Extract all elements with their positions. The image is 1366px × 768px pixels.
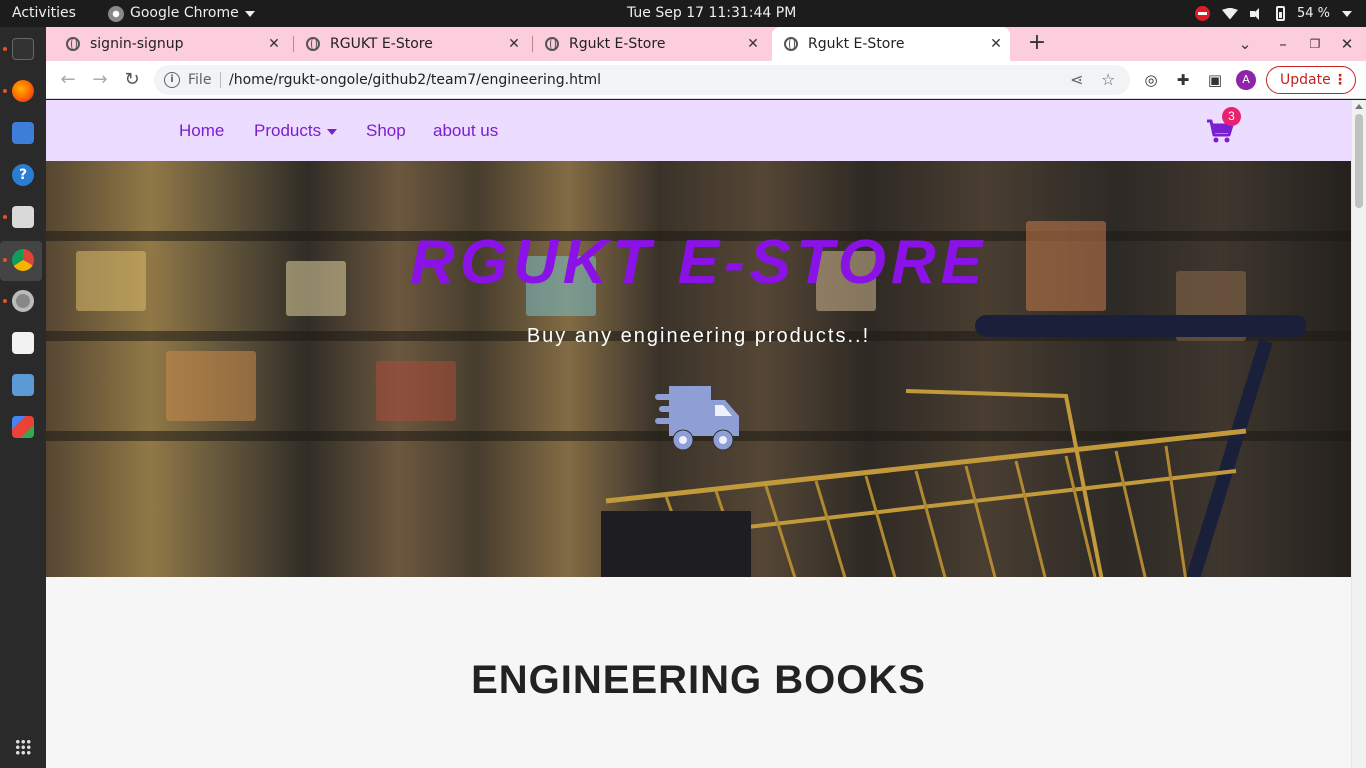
scrollbar-thumb[interactable] xyxy=(1355,114,1363,208)
settings-icon[interactable] xyxy=(12,290,34,312)
reload-button[interactable]: ↻ xyxy=(121,69,143,91)
app-menu[interactable]: Google Chrome xyxy=(108,0,255,27)
tab-title: Rgukt E-Store xyxy=(808,36,905,52)
site-navbar: Home Products Shop about us 3 xyxy=(46,100,1351,161)
section-title: ENGINEERING BOOKS xyxy=(471,658,926,702)
update-button[interactable]: Update ⋮ xyxy=(1266,66,1356,94)
system-top-bar: Activities Google Chrome Tue Sep 17 11:3… xyxy=(0,0,1366,27)
scroll-up-icon[interactable] xyxy=(1355,104,1363,109)
scheme-label: File xyxy=(188,72,212,88)
hero-title: RGUKT E-STORE xyxy=(409,228,988,297)
running-indicator xyxy=(3,258,7,262)
battery-level: 54 % xyxy=(1296,6,1330,21)
close-tab-icon[interactable]: ✕ xyxy=(988,36,1004,52)
running-indicator xyxy=(3,215,7,219)
files-icon[interactable] xyxy=(12,206,34,228)
omnibox-divider xyxy=(220,72,221,88)
software-icon[interactable] xyxy=(12,332,34,354)
page-scrollbar[interactable] xyxy=(1351,100,1366,768)
update-label: Update xyxy=(1280,72,1331,88)
nav-home[interactable]: Home xyxy=(179,100,224,161)
chrome-icon[interactable] xyxy=(12,249,34,271)
activities-button[interactable]: Activities xyxy=(12,0,76,27)
running-indicator xyxy=(3,47,7,51)
side-panel-icon[interactable]: ▣ xyxy=(1205,70,1225,90)
close-tab-icon[interactable]: ✕ xyxy=(506,36,522,52)
close-tab-icon[interactable]: ✕ xyxy=(745,36,761,52)
restore-button[interactable]: ❐ xyxy=(1304,32,1326,56)
url-text[interactable]: /home/rgukt-ongole/github2/team7/enginee… xyxy=(229,65,601,95)
new-tab-button[interactable]: + xyxy=(1024,31,1050,57)
running-indicator xyxy=(3,299,7,303)
hero-banner: RGUKT E-STORE Buy any engineering produc… xyxy=(46,161,1351,577)
more-menu-icon[interactable]: ⋮ xyxy=(1333,67,1347,93)
battery-icon xyxy=(1275,6,1285,21)
cart-count-badge: 3 xyxy=(1222,107,1241,126)
close-tab-icon[interactable]: ✕ xyxy=(266,36,282,52)
shelf-products xyxy=(376,361,456,421)
help-icon[interactable]: ? xyxy=(12,164,34,186)
running-indicator xyxy=(3,89,7,93)
site-info-icon[interactable]: i xyxy=(164,72,180,88)
apps-grid-icon[interactable] xyxy=(15,739,31,755)
tab-separator xyxy=(293,36,294,52)
address-bar[interactable]: i File /home/rgukt-ongole/github2/team7/… xyxy=(154,65,1130,95)
extensions-icon[interactable]: ✚ xyxy=(1173,70,1193,90)
share-icon[interactable]: ⋖ xyxy=(1070,65,1083,95)
close-window-button[interactable]: ✕ xyxy=(1336,32,1358,56)
globe-icon xyxy=(306,37,320,51)
globe-icon xyxy=(784,37,798,51)
truck-icon xyxy=(655,386,739,451)
tab-title: RGUKT E-Store xyxy=(330,36,433,52)
chevron-down-icon xyxy=(1342,10,1352,17)
terminal-icon[interactable] xyxy=(12,38,34,60)
firefox-icon[interactable] xyxy=(12,80,34,102)
chrome-mini-icon xyxy=(108,5,124,22)
shelf-products xyxy=(166,351,256,421)
app-menu-label: Google Chrome xyxy=(130,5,239,21)
do-not-disturb-icon xyxy=(1194,6,1210,21)
tab-search-button[interactable]: ⌄ xyxy=(1234,32,1256,56)
caret-down-icon xyxy=(327,128,338,135)
globe-icon xyxy=(545,37,559,51)
hero-subtitle: Buy any engineering products..! xyxy=(526,325,871,347)
bookmark-star-icon[interactable]: ☆ xyxy=(1101,65,1115,95)
chevron-down-icon xyxy=(244,10,255,17)
tab-rgukt-estore-2[interactable]: Rgukt E-Store ✕ xyxy=(535,27,767,61)
page-viewport: Home Products Shop about us 3 RGUKT E-ST… xyxy=(46,100,1366,768)
package-icon[interactable] xyxy=(12,374,34,396)
gmail-icon[interactable] xyxy=(12,416,34,438)
nav-products-label: Products xyxy=(254,121,322,140)
dock: ? xyxy=(0,27,46,768)
wifi-icon xyxy=(1221,7,1238,20)
nav-about[interactable]: about us xyxy=(433,100,498,161)
tab-separator xyxy=(532,36,533,52)
system-tray[interactable]: 54 % xyxy=(1194,0,1352,27)
text-editor-icon[interactable] xyxy=(12,122,34,144)
tab-title: Rgukt E-Store xyxy=(569,36,666,52)
minimize-button[interactable]: – xyxy=(1272,32,1294,56)
lens-icon[interactable]: ◎ xyxy=(1141,70,1161,90)
tab-strip: signin-signup ✕ RGUKT E-Store ✕ Rgukt E-… xyxy=(46,27,1366,61)
nav-shop[interactable]: Shop xyxy=(366,100,406,161)
volume-icon xyxy=(1249,7,1264,20)
tab-rgukt-estore-1[interactable]: RGUKT E-Store ✕ xyxy=(296,27,528,61)
tab-signin-signup[interactable]: signin-signup ✕ xyxy=(56,27,288,61)
nav-products[interactable]: Products xyxy=(254,100,338,161)
forward-button[interactable]: → xyxy=(89,69,111,91)
browser-toolbar: ← → ↻ i File /home/rgukt-ongole/github2/… xyxy=(46,61,1366,99)
tab-title: signin-signup xyxy=(90,36,184,52)
tab-rgukt-estore-active[interactable]: Rgukt E-Store ✕ xyxy=(772,27,1010,61)
clock[interactable]: Tue Sep 17 11:31:44 PM xyxy=(627,0,796,27)
profile-avatar[interactable]: A xyxy=(1236,70,1256,90)
back-button[interactable]: ← xyxy=(57,69,79,91)
globe-icon xyxy=(66,37,80,51)
